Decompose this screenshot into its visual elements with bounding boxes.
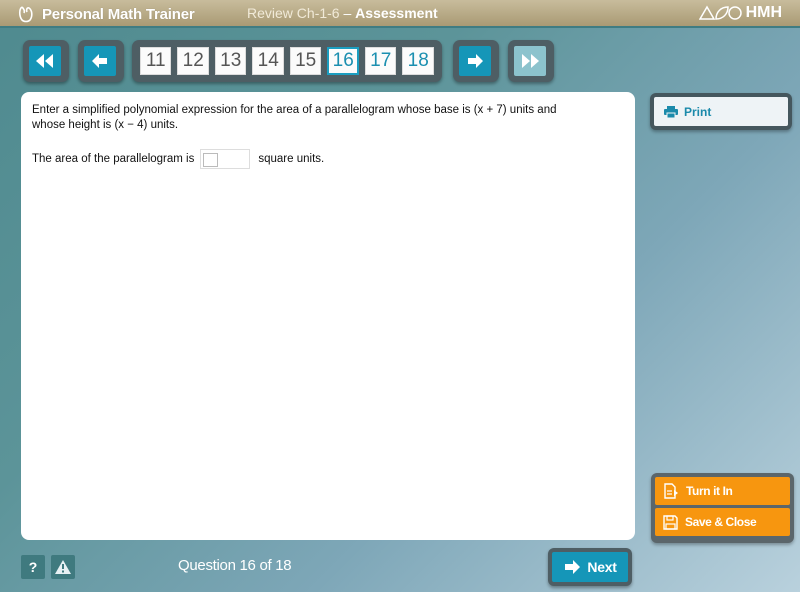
- last-question-button[interactable]: [514, 46, 546, 76]
- question-number-17[interactable]: 17: [365, 47, 397, 75]
- double-chevron-right-icon: [522, 54, 539, 68]
- turn-it-in-label: Turn it In: [686, 484, 733, 498]
- assignment-title: Review Ch-1-6 – Assessment: [247, 5, 438, 21]
- assignment-name: Review Ch-1-6: [247, 5, 340, 21]
- arrow-right-icon: [565, 560, 581, 574]
- print-label: Print: [684, 104, 712, 119]
- question-number-strip: 11 12 13 14 15 16 17 18: [132, 40, 442, 82]
- question-number-13[interactable]: 13: [214, 47, 247, 75]
- answer-prefix: The area of the parallelogram is: [32, 153, 195, 165]
- last-question-group: [508, 40, 554, 82]
- save-close-label: Save & Close: [685, 515, 757, 529]
- floppy-disk-icon: [663, 514, 678, 530]
- next-label: Next: [587, 559, 617, 575]
- question-panel: Enter a simplified polynomial expression…: [21, 92, 635, 540]
- save-and-close-button[interactable]: Save & Close: [655, 508, 790, 536]
- publisher-name: HMH: [745, 4, 782, 21]
- turn-it-in-button[interactable]: Turn it In: [655, 477, 790, 505]
- hmh-shapes-icon: [698, 5, 742, 20]
- question-number-14[interactable]: 14: [252, 47, 284, 75]
- next-question-arrow-button[interactable]: [459, 46, 491, 76]
- hmh-logo: HMH: [698, 4, 782, 22]
- math-placeholder-box: [203, 153, 219, 167]
- question-number-12[interactable]: 12: [177, 47, 209, 75]
- first-question-button[interactable]: [29, 46, 61, 76]
- help-icon: ?: [28, 559, 38, 575]
- print-group: Print: [650, 93, 792, 130]
- title-separator: –: [339, 5, 356, 21]
- question-number-18[interactable]: 18: [402, 47, 434, 75]
- arrow-left-icon: [92, 54, 107, 68]
- question-number-16-current[interactable]: 16: [327, 47, 359, 75]
- print-button[interactable]: Print: [654, 97, 788, 126]
- previous-question-button[interactable]: [84, 46, 116, 76]
- question-counter: Question 16 of 18: [178, 557, 292, 574]
- question-number-15[interactable]: 15: [289, 47, 322, 75]
- document-submit-icon: [664, 483, 678, 499]
- first-question-group: [23, 40, 69, 82]
- answer-suffix: square units.: [258, 153, 325, 165]
- next-group: Next: [548, 548, 632, 586]
- assignment-mode: Assessment: [355, 5, 438, 21]
- warning-icon: [55, 560, 71, 574]
- submit-actions-group: Turn it In Save & Close: [651, 473, 794, 543]
- report-issue-button[interactable]: [51, 555, 75, 579]
- arrow-right-icon: [468, 54, 483, 68]
- printer-icon: [664, 105, 678, 118]
- help-button[interactable]: ?: [21, 555, 45, 579]
- answer-input[interactable]: [200, 149, 251, 169]
- brand: Personal Math Trainer: [16, 4, 195, 24]
- prev-question-group: [78, 40, 124, 82]
- next-button[interactable]: Next: [552, 552, 628, 582]
- brand-name: Personal Math Trainer: [42, 5, 195, 23]
- answer-line: The area of the parallelogram is square …: [32, 149, 324, 169]
- pmt-logo-icon: [18, 6, 33, 23]
- question-prompt: Enter a simplified polynomial expression…: [32, 104, 557, 131]
- question-number-11[interactable]: 11: [140, 47, 172, 75]
- double-chevron-left-icon: [36, 54, 53, 68]
- top-bar: Personal Math Trainer Review Ch-1-6 – As…: [0, 0, 800, 28]
- next-question-group: [453, 40, 499, 82]
